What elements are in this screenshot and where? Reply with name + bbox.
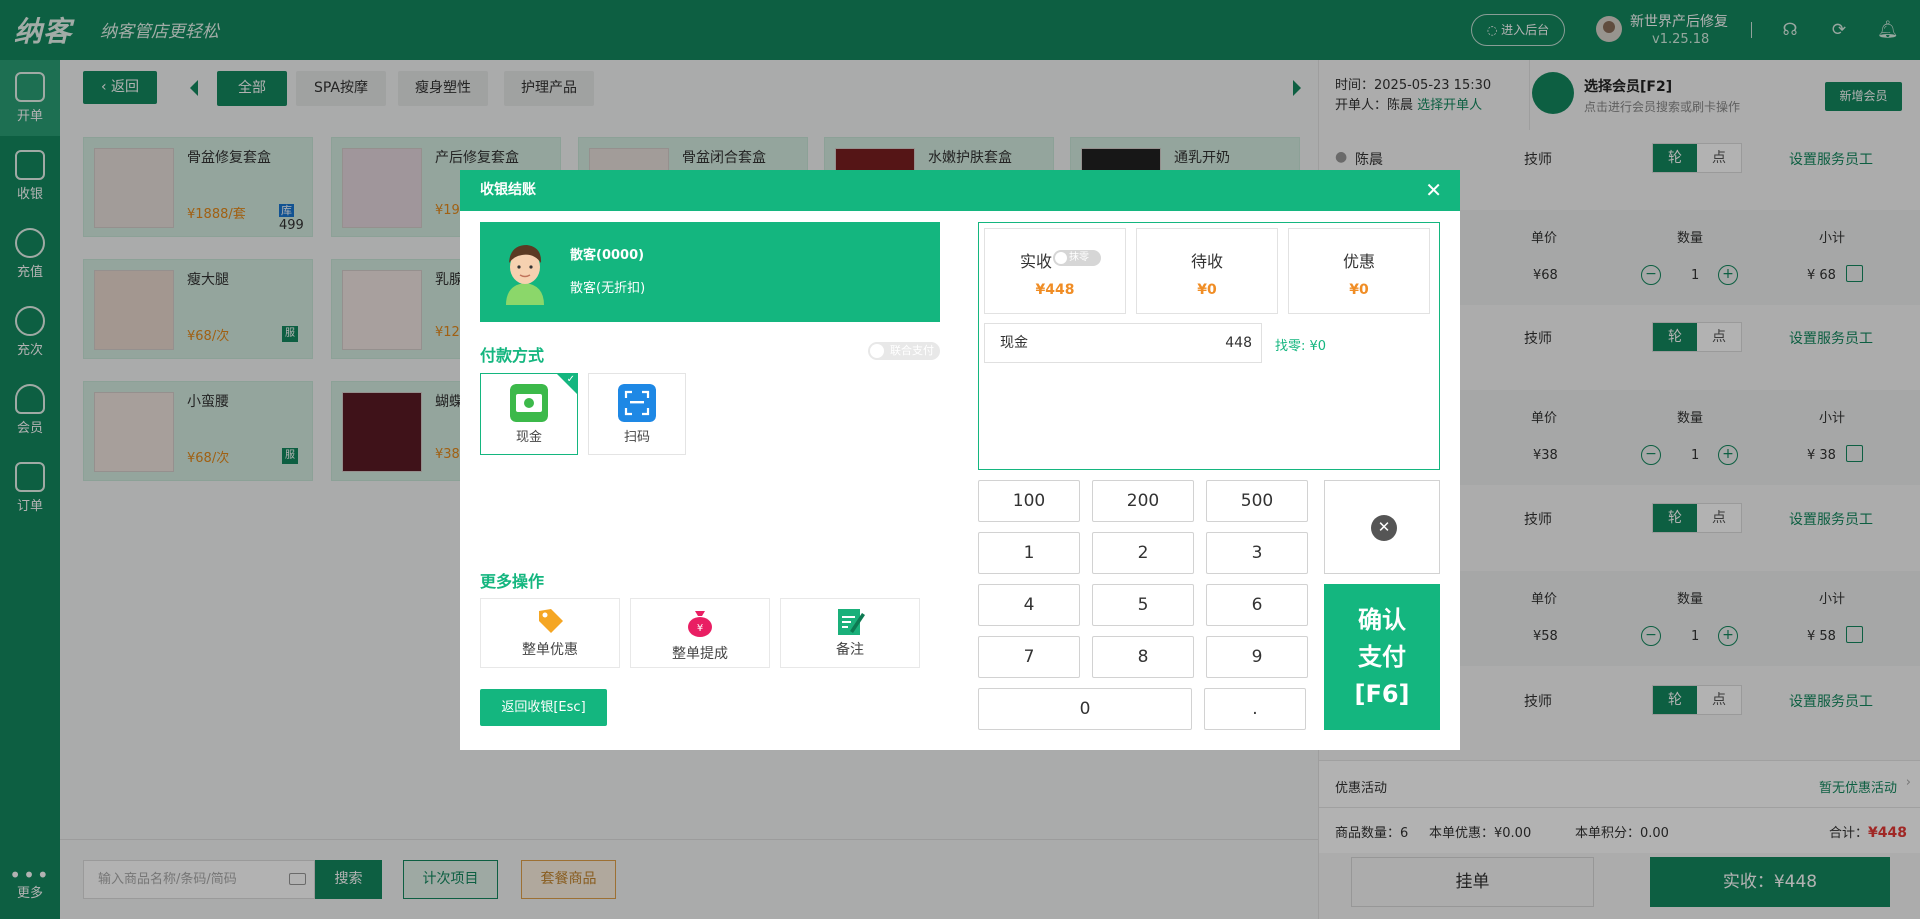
discount-box: 优惠 ¥0 bbox=[1288, 228, 1430, 314]
delete-icon: ✕ bbox=[1371, 515, 1397, 541]
key-dot[interactable]: . bbox=[1204, 688, 1306, 730]
key-1[interactable]: 1 bbox=[978, 532, 1080, 574]
key-7[interactable]: 7 bbox=[978, 636, 1080, 678]
check-icon: ✓ bbox=[566, 374, 575, 385]
order-discount-button[interactable]: 整单优惠 bbox=[480, 598, 620, 668]
more-ops-title: 更多操作 bbox=[480, 572, 545, 591]
money-bag-icon: ¥ bbox=[688, 611, 712, 637]
customer-card: 散客(0000) 散客(无折扣) bbox=[480, 222, 940, 322]
payment-section-title: 付款方式 bbox=[480, 346, 545, 365]
key-500[interactable]: 500 bbox=[1206, 480, 1308, 522]
svg-text:¥: ¥ bbox=[697, 623, 703, 634]
modal-header: 收银结账 ✕ bbox=[460, 170, 1460, 211]
key-9[interactable]: 9 bbox=[1206, 636, 1308, 678]
checkout-modal: 收银结账 ✕ 散客(0000) 散客(无折扣) 付款方式 联合支付 ✓ 现金 扫… bbox=[460, 170, 1460, 750]
key-2[interactable]: 2 bbox=[1092, 532, 1194, 574]
return-cashier-button[interactable]: 返回收银[Esc] bbox=[480, 689, 607, 726]
pay-method-scan[interactable]: 扫码 bbox=[588, 373, 686, 455]
customer-avatar-icon bbox=[506, 245, 544, 305]
pending-box: 待收 ¥0 bbox=[1136, 228, 1278, 314]
pay-method-cash[interactable]: ✓ 现金 bbox=[480, 373, 578, 455]
customer-discount: 散客(无折扣) bbox=[570, 281, 646, 296]
key-4[interactable]: 4 bbox=[978, 584, 1080, 626]
key-8[interactable]: 8 bbox=[1092, 636, 1194, 678]
close-icon[interactable]: ✕ bbox=[1425, 179, 1442, 201]
change-amount: 找零: ¥0 bbox=[1275, 339, 1327, 354]
cash-icon bbox=[510, 384, 548, 422]
tag-icon bbox=[539, 609, 563, 633]
toggle-knob bbox=[870, 344, 884, 358]
confirm-pay-button[interactable]: 确认 支付 [F6] bbox=[1324, 584, 1440, 730]
key-100[interactable]: 100 bbox=[978, 480, 1080, 522]
cash-amount-field[interactable]: 现金 448 bbox=[984, 323, 1262, 363]
combo-pay-toggle[interactable]: 联合支付 bbox=[868, 342, 940, 360]
key-200[interactable]: 200 bbox=[1092, 480, 1194, 522]
backspace-key[interactable]: ✕ bbox=[1324, 480, 1440, 574]
received-box: 实收 抹零 ¥448 bbox=[984, 228, 1126, 314]
amount-panel: 实收 抹零 ¥448 待收 ¥0 优惠 ¥0 现金 448 找零: ¥0 bbox=[978, 222, 1440, 470]
remark-button[interactable]: 备注 bbox=[780, 598, 920, 668]
note-edit-icon bbox=[838, 609, 865, 635]
key-3[interactable]: 3 bbox=[1206, 532, 1308, 574]
round-off-toggle[interactable]: 抹零 bbox=[1053, 250, 1101, 266]
toggle-knob bbox=[1055, 252, 1067, 264]
scan-icon bbox=[618, 384, 656, 422]
key-0[interactable]: 0 bbox=[978, 688, 1192, 730]
key-5[interactable]: 5 bbox=[1092, 584, 1194, 626]
key-6[interactable]: 6 bbox=[1206, 584, 1308, 626]
customer-name: 散客(0000) bbox=[570, 248, 645, 263]
order-commission-button[interactable]: ¥ 整单提成 bbox=[630, 598, 770, 668]
